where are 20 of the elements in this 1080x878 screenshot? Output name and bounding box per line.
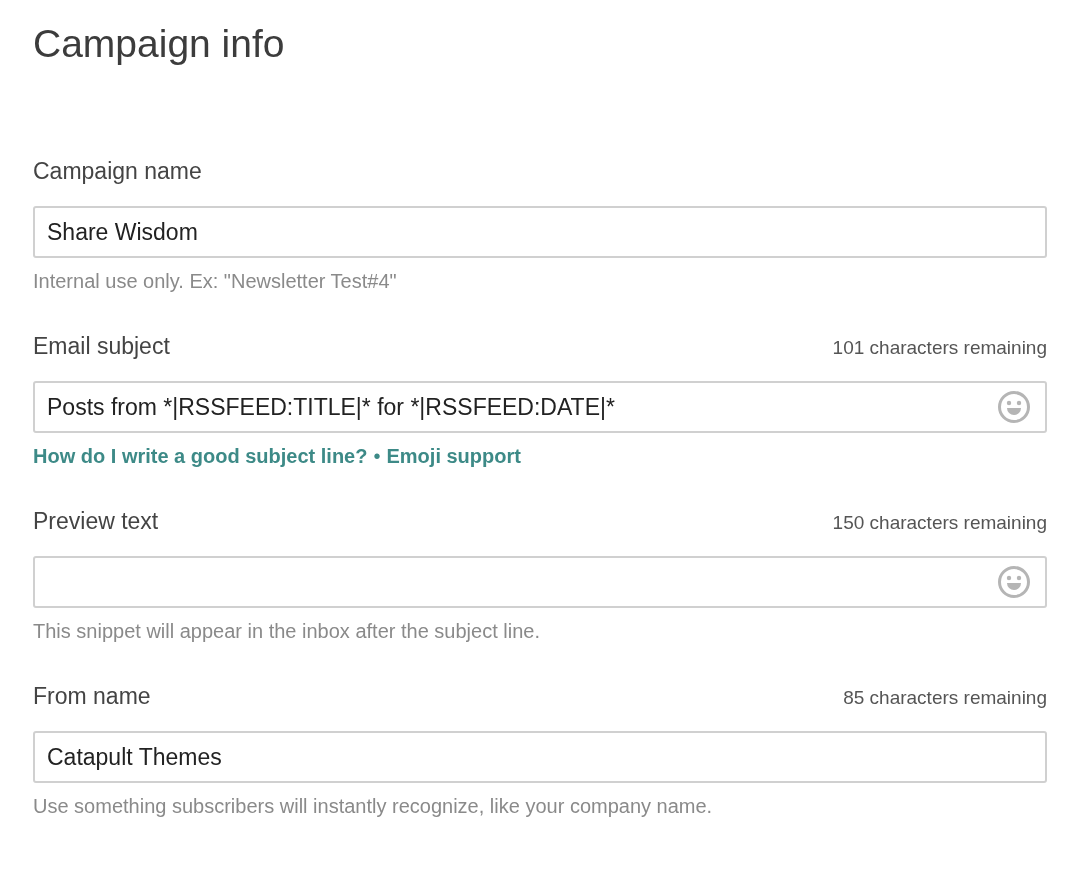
text-field[interactable] xyxy=(33,556,1047,608)
character-counter: 101 characters remaining xyxy=(832,337,1047,359)
help-text: Internal use only. Ex: "Newsletter Test#4" xyxy=(33,270,397,293)
help-text: This snippet will appear in the inbox after the subject line. xyxy=(33,620,540,643)
field-label: From name xyxy=(33,683,151,710)
text-field[interactable]: Catapult Themes xyxy=(33,731,1047,783)
field-label: Preview text xyxy=(33,508,159,535)
help-link[interactable]: Emoji support xyxy=(386,445,521,468)
text-field[interactable]: Posts from *|RSSFEED:TITLE|* for *|RSSFEED:DATE|* xyxy=(33,381,1047,433)
page-title: Campaign info xyxy=(33,22,286,66)
help-link[interactable]: How do I write a good subject line? xyxy=(33,445,368,468)
field-label: Campaign name xyxy=(33,158,202,185)
help-text: Use something subscribers will instantly recognize, like your company name. xyxy=(33,795,713,818)
smiley-icon[interactable] xyxy=(997,565,1031,599)
field-label: Email subject xyxy=(33,333,170,360)
separator-dot: • xyxy=(373,445,381,468)
character-counter: 150 characters remaining xyxy=(832,512,1047,534)
character-counter: 85 characters remaining xyxy=(843,687,1047,709)
smiley-icon[interactable] xyxy=(997,390,1031,424)
text-field[interactable]: Share Wisdom xyxy=(33,206,1047,258)
